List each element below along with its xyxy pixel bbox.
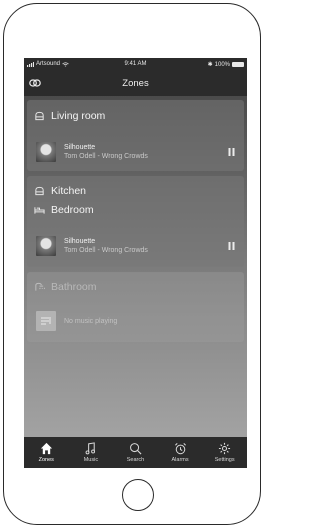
page-title: Zones — [122, 78, 149, 89]
tab-alarms[interactable]: Alarms — [160, 442, 200, 463]
zone-card-living-room[interactable]: Living room Silhouette Tom Odell - Wrong… — [27, 100, 244, 171]
album-art — [36, 236, 56, 256]
home-button[interactable] — [122, 479, 154, 511]
music-note-icon — [85, 442, 96, 455]
zone-card-bathroom[interactable]: Bathroom No music playing — [27, 272, 244, 342]
album-art — [36, 142, 56, 162]
tab-music[interactable]: Music — [71, 442, 111, 463]
speaker-icon — [35, 186, 44, 196]
home-icon — [40, 442, 52, 455]
zone-name: Bathroom — [51, 281, 97, 293]
zone-card-kitchen-bedroom[interactable]: Kitchen Bedroom Silhouette Tom Odell - W… — [27, 176, 244, 267]
zone-row: Kitchen — [34, 185, 86, 197]
nav-bar: Zones — [24, 72, 247, 96]
zone-name: Kitchen — [51, 185, 87, 197]
no-music-label: No music playing — [64, 317, 118, 325]
bed-icon — [34, 207, 45, 214]
tab-label: Search — [126, 457, 145, 463]
pause-icon[interactable] — [228, 242, 235, 250]
tab-zones[interactable]: Zones — [26, 442, 66, 463]
app-screen: Artsound 9:41 AM ✱ 100% Zones Living roo… — [24, 58, 247, 468]
track-title: Silhouette — [64, 144, 96, 151]
battery-percent: 100% — [214, 61, 230, 68]
tab-settings[interactable]: Settings — [205, 442, 245, 463]
tab-label: Music — [83, 457, 99, 463]
tab-search[interactable]: Search — [115, 442, 155, 463]
track-artist: Tom Odell - Wrong Crowds — [64, 153, 148, 160]
tab-label: Alarms — [171, 457, 189, 463]
shower-icon — [35, 282, 45, 291]
zone-row: Bedroom — [34, 204, 94, 216]
speaker-icon — [35, 111, 44, 121]
track-artist: Tom Odell - Wrong Crowds — [64, 247, 148, 254]
track-title: Silhouette — [64, 238, 96, 245]
tab-label: Settings — [214, 457, 235, 463]
status-bar: Artsound 9:41 AM ✱ 100% — [24, 58, 247, 72]
zone-name: Living room — [51, 110, 106, 122]
bluetooth-icon: ✱ — [207, 62, 213, 68]
now-playing: Silhouette Tom Odell - Wrong Crowds — [36, 236, 148, 256]
gear-icon — [219, 442, 231, 455]
pause-icon[interactable] — [228, 148, 235, 156]
zone-name: Bedroom — [51, 204, 94, 216]
zone-row: Bathroom — [34, 281, 97, 293]
music-placeholder-icon — [36, 311, 56, 331]
alarm-clock-icon — [174, 443, 186, 455]
zone-row: Living room — [34, 110, 105, 122]
search-icon — [130, 443, 142, 455]
now-playing: Silhouette Tom Odell - Wrong Crowds — [36, 142, 148, 162]
now-playing: No music playing — [36, 311, 117, 331]
tab-label: Zones — [38, 457, 54, 463]
battery-icon — [232, 62, 244, 67]
tab-bar: Zones Music Search Alarms Settings — [24, 437, 247, 468]
